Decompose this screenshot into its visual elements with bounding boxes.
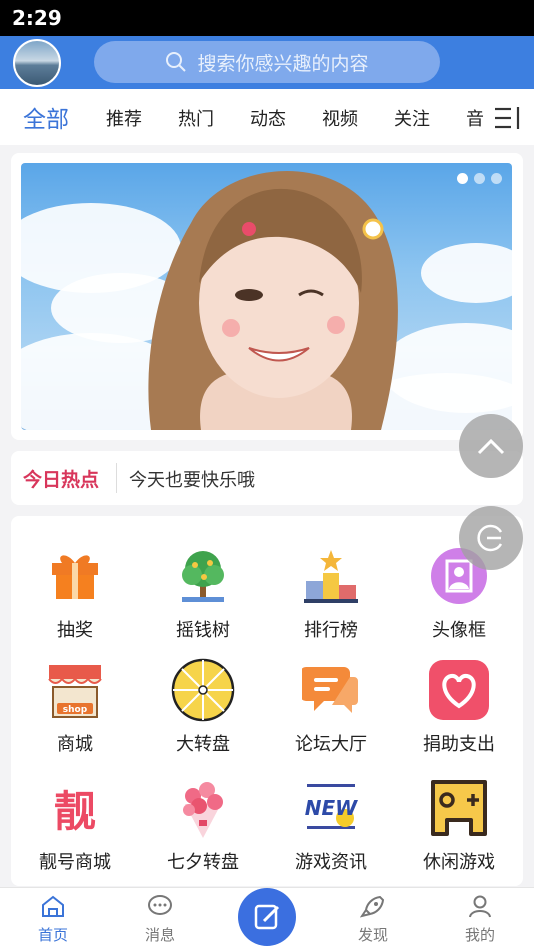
nav-messages[interactable]: 消息 [120,894,200,945]
portrait-illustration [148,170,398,430]
grid-item-lottery[interactable]: 抽奖 [11,544,139,642]
rocket-icon [359,895,385,918]
chevron-up-icon [477,438,505,455]
grid-label: 论坛大厅 [295,734,367,755]
tab-menu-icon[interactable] [493,105,523,131]
grid-label: 摇钱树 [176,620,230,641]
category-tabs: 全部 推荐 热门 动态 视频 关注 音 [0,89,534,145]
grid-label: 捐助支出 [423,734,495,755]
tab-follow[interactable]: 关注 [394,105,430,131]
money-tree-icon [171,544,235,608]
nav-profile[interactable]: 我的 [440,894,520,945]
message-icon [148,895,172,915]
tab-hot[interactable]: 热门 [178,105,214,131]
status-bar: 2:29 [0,0,534,36]
grid-item-money-tree[interactable]: 摇钱树 [139,544,267,642]
grid-label: 排行榜 [304,620,358,641]
avatar[interactable] [13,39,61,87]
nav-home[interactable]: 首页 [13,894,93,945]
wheel-icon [171,658,235,722]
liang-glyph: 靓 [53,786,96,836]
grid-item-wheel[interactable]: 大转盘 [139,658,267,756]
podium-icon [299,544,363,608]
divider [116,463,117,493]
nav-label: 消息 [144,926,175,944]
nav-label: 发现 [357,926,388,944]
grid-label: 大转盘 [176,734,230,755]
user-icon [469,895,491,918]
bottom-nav: 首页 消息 发现 我的 [0,887,534,949]
nav-label: 首页 [37,926,68,944]
refresh-button[interactable] [459,506,523,570]
hot-label: 今日热点 [23,469,100,491]
nav-discover[interactable]: 发现 [333,894,413,945]
home-icon [42,895,64,917]
tab-all[interactable]: 全部 [23,100,69,134]
gift-icon [43,544,107,608]
hot-text[interactable]: 今天也要快乐哦 [129,466,255,492]
edit-icon [254,904,280,930]
banner-card [11,153,523,440]
heart-icon [427,658,491,722]
news-glyph: NEW [304,796,358,820]
grid-label: 抽奖 [57,620,93,641]
nav-label: 我的 [464,926,495,944]
search-placeholder: 搜索你感兴趣的内容 [197,52,369,75]
liang-icon: 靓 [43,776,107,840]
status-time: 2:29 [12,6,62,30]
banner-dot[interactable] [474,173,485,184]
refresh-icon [477,524,503,552]
banner-pagination [457,173,502,184]
grid-label: 商城 [57,734,93,755]
svg-text:shop: shop [63,705,88,715]
grid-item-game-news[interactable]: NEW 游戏资讯 [267,776,395,874]
grid-item-donate[interactable]: 捐助支出 [395,658,523,756]
grid-item-liang-shop[interactable]: 靓 靓号商城 [11,776,139,874]
bouquet-icon [171,776,235,840]
tab-music[interactable]: 音 [466,105,484,131]
scroll-top-button[interactable] [459,414,523,478]
grid-item-ranking[interactable]: 排行榜 [267,544,395,642]
tab-recommend[interactable]: 推荐 [106,105,142,131]
hot-news-bar[interactable]: 今日热点 今天也要快乐哦 [11,451,523,505]
grid-label: 头像框 [432,620,486,641]
top-bar: 搜索你感兴趣的内容 [0,36,534,89]
banner-image[interactable] [21,163,512,430]
shop-icon: shop [43,658,107,722]
news-icon: NEW [299,776,363,840]
grid-item-shop[interactable]: shop 商城 [11,658,139,756]
search-icon [166,52,187,72]
banner-dot[interactable] [491,173,502,184]
grid-label: 休闲游戏 [423,852,495,873]
tab-video[interactable]: 视频 [322,105,358,131]
gamepad-icon [427,776,491,840]
forum-icon [299,658,363,722]
feature-grid: 抽奖 摇钱树 排行榜 头像框 shop 商城 大转盘 论坛大厅 捐助支出 靓 靓… [11,516,523,886]
grid-label: 七夕转盘 [167,852,239,873]
banner-dot[interactable] [457,173,468,184]
post-button[interactable] [238,888,296,946]
tab-moments[interactable]: 动态 [250,105,286,131]
grid-item-casual-games[interactable]: 休闲游戏 [395,776,523,874]
grid-label: 游戏资讯 [295,852,367,873]
grid-item-qixi-wheel[interactable]: 七夕转盘 [139,776,267,874]
search-input[interactable]: 搜索你感兴趣的内容 [94,41,440,83]
grid-label: 靓号商城 [39,852,111,873]
grid-item-forum[interactable]: 论坛大厅 [267,658,395,756]
